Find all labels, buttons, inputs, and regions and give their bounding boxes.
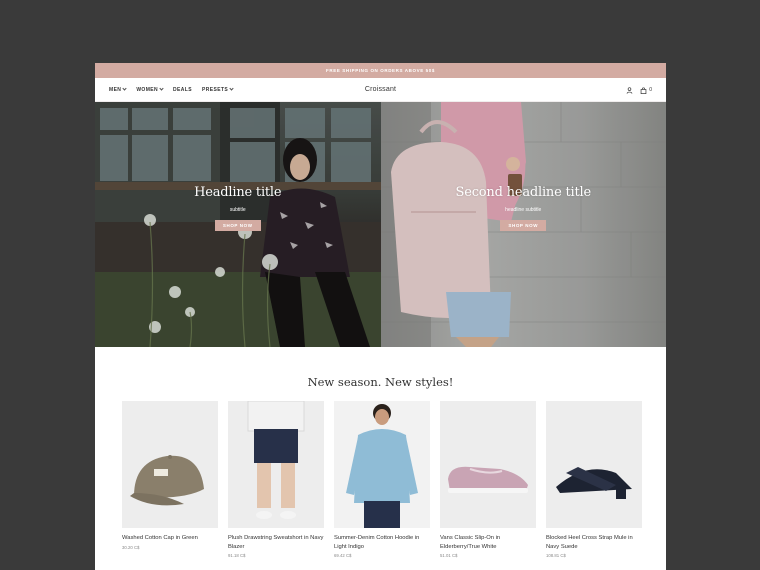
nav-item-label: WOMEN — [136, 86, 159, 93]
nav-item-deals[interactable]: DEALS — [173, 87, 192, 93]
product-name[interactable]: Plush Drawstring Sweatshort in Navy Blaz… — [228, 534, 324, 551]
product-price: 51.01 C$ — [440, 553, 458, 558]
bag-icon — [640, 81, 647, 99]
hero-panel-right[interactable]: Second headline title headline subtitle … — [380, 102, 666, 347]
product-image[interactable] — [546, 401, 642, 528]
main-menu: MEN WOMEN DEALS PRESETS — [109, 86, 234, 93]
nav-item-women[interactable]: WOMEN — [136, 86, 164, 93]
hero-caption-right: Second headline title headline subtitle … — [456, 185, 591, 231]
header-nav: MEN WOMEN DEALS PRESETS Croissant 0 — [95, 78, 666, 102]
nav-item-presets[interactable]: PRESETS — [202, 86, 234, 93]
product-price: 108.81 C$ — [546, 553, 566, 558]
chevron-down-icon — [159, 86, 164, 91]
product-price: 30.20 C$ — [122, 544, 140, 550]
brand-logo[interactable]: Croissant — [365, 86, 396, 93]
product-name[interactable]: Washed Cotton Cap in Green — [122, 534, 218, 543]
product-grid: Washed Cotton Cap in Green 30.20 C$ Plus… — [95, 389, 666, 558]
section-title: New season. New styles! — [307, 375, 454, 389]
cart-count: 0 — [649, 86, 652, 93]
product-image[interactable] — [334, 401, 430, 528]
announcement-bar: FREE SHIPPING ON ORDERS ABOVE 50$ — [95, 63, 666, 78]
product-name[interactable]: Blocked Heel Cross Strap Mule in Navy Su… — [546, 534, 642, 551]
featured-collection: New season. New styles! Washed Cotton Ca… — [95, 347, 666, 558]
product-image[interactable] — [228, 401, 324, 528]
hero-title: Second headline title — [455, 184, 592, 200]
nav-item-label: PRESETS — [202, 86, 229, 93]
nav-item-men[interactable]: MEN — [109, 86, 127, 93]
product-name[interactable]: Vans Classic Slip-On in Elderberry/True … — [440, 534, 536, 551]
product-image[interactable] — [122, 401, 218, 528]
user-icon[interactable] — [626, 81, 633, 99]
product-price: 69.42 C$ — [334, 553, 352, 558]
browser-page: FREE SHIPPING ON ORDERS ABOVE 50$ MEN WO… — [95, 63, 666, 570]
product-image[interactable] — [440, 401, 536, 528]
shop-now-button[interactable]: SHOP NOW — [214, 219, 261, 231]
product-card[interactable]: Summer-Denim Cotton Hoodie in Light Indi… — [334, 401, 430, 558]
hero-title: Headline title — [194, 184, 282, 200]
hero-subtitle: headline subtitle — [505, 206, 542, 213]
product-card[interactable]: Vans Classic Slip-On in Elderberry/True … — [440, 401, 536, 558]
product-card[interactable]: Plush Drawstring Sweatshort in Navy Blaz… — [228, 401, 324, 558]
cart-button[interactable]: 0 — [640, 81, 652, 99]
product-name[interactable]: Summer-Denim Cotton Hoodie in Light Indi… — [334, 534, 430, 551]
chevron-down-icon — [229, 86, 234, 91]
hero-caption-left: Headline title subtitle SHOP NOW — [194, 184, 282, 231]
product-card[interactable]: Blocked Heel Cross Strap Mule in Navy Su… — [546, 401, 642, 558]
nav-item-label: MEN — [109, 86, 122, 93]
chevron-down-icon — [122, 86, 127, 91]
hero-slideshow: Headline title subtitle SHOP NOW Second … — [95, 102, 666, 347]
header-actions: 0 — [626, 81, 652, 99]
hero-subtitle: subtitle — [229, 206, 246, 213]
product-card[interactable]: Washed Cotton Cap in Green 30.20 C$ — [122, 401, 218, 558]
nav-item-label: DEALS — [173, 86, 192, 93]
shop-now-button[interactable]: SHOP NOW — [500, 219, 547, 231]
product-price: 91.18 C$ — [228, 553, 246, 558]
hero-panel-left[interactable]: Headline title subtitle SHOP NOW — [95, 102, 381, 347]
